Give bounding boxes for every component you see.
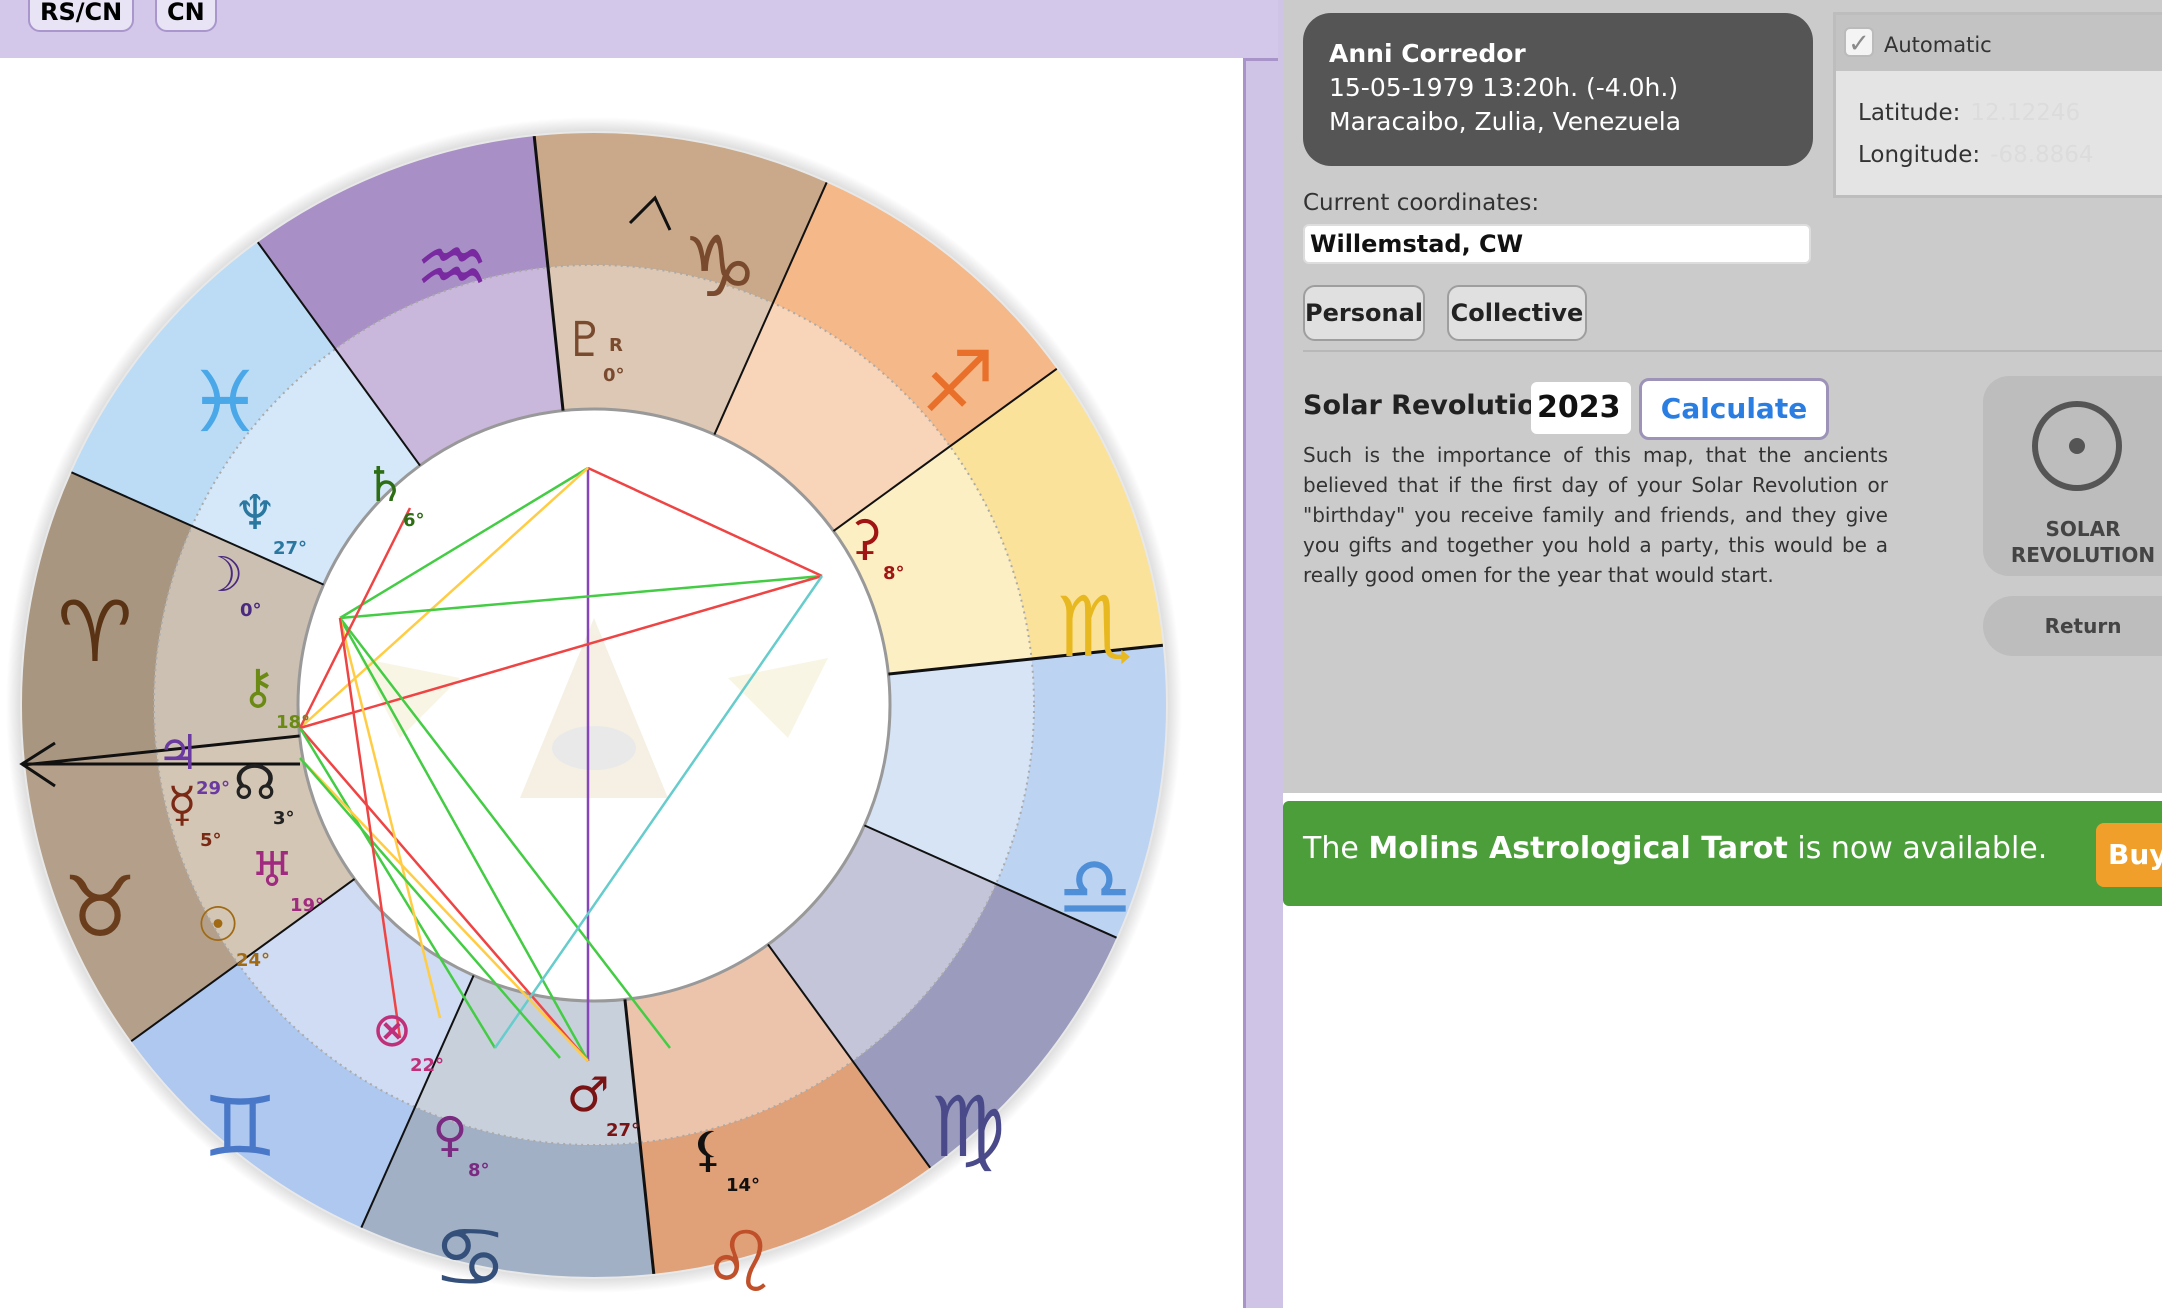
planet-degree-label: 29° <box>196 778 230 799</box>
planet-degree-label: 18° <box>276 712 310 733</box>
solar-revolution-tile-label: SOLAR REVOLUTION <box>1983 516 2162 568</box>
top-toolbar: RS/CN CN <box>0 0 1278 61</box>
zodiac-sign-icon: ♍ <box>930 1078 1005 1176</box>
planet-degree-label: 14° <box>726 1175 760 1196</box>
section-divider <box>1303 350 2162 352</box>
planet-degree-label: 8° <box>468 1160 490 1181</box>
planet-degree-label: 24° <box>236 950 270 971</box>
buy-button[interactable]: Buy <box>2096 823 2162 887</box>
tarot-banner: The Molins Astrological Tarot is now ava… <box>1283 801 2162 906</box>
planet-icon[interactable]: ☉ <box>196 897 239 953</box>
tile-line-2: REVOLUTION <box>2010 543 2156 567</box>
banner-text: The Molins Astrological Tarot is now ava… <box>1303 831 2047 866</box>
profile-card: Anni Corredor 15-05-1979 13:20h. (-4.0h.… <box>1303 13 1813 166</box>
natal-chart-wheel[interactable]: ♑♐♏♎♍♌♋♊♉♈♓♒ ♇0°R♄6°♆27°☽0°⚷18°♃29° ☊3°☿5… <box>0 58 1243 1308</box>
planet-icon[interactable]: ⚸ <box>690 1122 725 1178</box>
zodiac-sign-icon: ♈ <box>57 583 132 681</box>
planet-icon[interactable]: ♅ <box>250 842 293 898</box>
right-panel: Anni Corredor 15-05-1979 13:20h. (-4.0h.… <box>1283 0 2162 1308</box>
solar-revolution-description: Such is the importance of this map, that… <box>1303 443 1888 587</box>
automatic-label: Automatic <box>1884 33 1992 57</box>
year-input[interactable]: 2023 <box>1531 382 1631 434</box>
automatic-row: ✓ Automatic <box>1836 15 2162 71</box>
planet-icon[interactable]: ♀ <box>432 1107 467 1163</box>
current-coordinates-input[interactable]: Willemstad, CW <box>1303 224 1811 264</box>
latitude-label: Latitude: <box>1858 100 1961 126</box>
planet-degree-label: 27° <box>273 538 307 559</box>
planet-icon[interactable]: ♄ <box>363 457 406 513</box>
zodiac-sign-icon: ♒ <box>414 218 489 316</box>
retrograde-label: R <box>609 335 623 356</box>
planet-degree-label: 19° <box>290 895 324 916</box>
planet-degree-label: 6° <box>403 510 425 531</box>
banner-bold: Molins Astrological Tarot <box>1368 831 1788 866</box>
planet-degree-label: 3° <box>273 808 295 829</box>
latitude-value[interactable]: 12.12246 <box>1970 100 2080 126</box>
planet-degree-label: 5° <box>200 830 222 851</box>
return-button[interactable]: Return <box>1983 596 2162 656</box>
planet-icon[interactable]: ♂ <box>566 1067 609 1123</box>
solar-revolution-tile[interactable]: SOLAR REVOLUTION <box>1983 376 2162 576</box>
zodiac-sign-icon: ♓ <box>187 353 262 451</box>
zodiac-sign-icon: ♉ <box>62 858 137 956</box>
longitude-row: Longitude: -68.8864 <box>1858 142 2094 168</box>
zodiac-sign-icon: ♋ <box>432 1208 507 1306</box>
zodiac-sign-icon: ♐ <box>920 333 995 431</box>
zodiac-sign-icon: ♏ <box>1057 578 1132 676</box>
tile-line-1: SOLAR <box>2045 517 2121 541</box>
planet-icon[interactable]: ♃ <box>156 725 199 781</box>
collective-button[interactable]: Collective <box>1447 285 1587 341</box>
automatic-checkbox[interactable]: ✓ <box>1844 27 1874 59</box>
zodiac-sign-icon: ♎ <box>1057 838 1132 936</box>
profile-name: Anni Corredor <box>1329 39 1526 68</box>
longitude-label: Longitude: <box>1858 142 1981 168</box>
banner-post: is now available. <box>1787 831 2048 866</box>
personal-button[interactable]: Personal <box>1303 285 1425 341</box>
zodiac-sign-icon: ♌ <box>702 1213 777 1308</box>
planet-icon[interactable]: ☿ <box>167 777 196 833</box>
calculate-button[interactable]: Calculate <box>1639 378 1829 440</box>
planet-degree-label: 8° <box>883 563 905 584</box>
cn-button[interactable]: CN <box>155 0 217 32</box>
zodiac-sign-icon: ♊ <box>202 1078 277 1176</box>
planet-degree-label: 0° <box>240 600 262 621</box>
planet-degree-label: 27° <box>606 1120 640 1141</box>
planet-icon[interactable]: ⚷ <box>240 659 275 715</box>
zodiac-sign-icon: ♑ <box>682 218 757 316</box>
longitude-value[interactable]: -68.8864 <box>1990 142 2093 168</box>
controls-area: Anni Corredor 15-05-1979 13:20h. (-4.0h.… <box>1283 0 2162 793</box>
rs-cn-button[interactable]: RS/CN <box>28 0 135 32</box>
coordinates-box: ✓ Automatic Latitude: 12.12246 Longitude:… <box>1833 12 2162 198</box>
astrology-chart-panel: ♑ ♐ ♏ ♎ ♍ ♌ ♋ ♊ ♉ ♈ ♓ ♒ ♇ 0° R ♄ 6° ♆ 27° ☽ 0° ⚷ 18° ♃ 29° ☊ 3° ☿ 5… <box>0 58 1246 1308</box>
planet-icon[interactable]: ⊗ <box>372 1002 412 1058</box>
planet-icon[interactable]: ☽ <box>200 547 243 603</box>
planet-degree-label: 22° <box>410 1055 444 1076</box>
banner-pre: The <box>1303 831 1369 866</box>
planet-icon[interactable]: ♆ <box>233 485 276 541</box>
planet-degree-label: 0° <box>603 365 625 386</box>
planet-icon[interactable]: ♇ <box>563 312 606 368</box>
latitude-row: Latitude: 12.12246 <box>1858 100 2080 126</box>
profile-datetime: 15-05-1979 13:20h. (-4.0h.) <box>1329 73 1679 102</box>
planet-icon[interactable]: ⚳ <box>847 510 882 566</box>
planet-icon[interactable]: ☊ <box>234 755 277 811</box>
sun-circle-icon <box>2032 401 2122 491</box>
current-coordinates-label: Current coordinates: <box>1303 190 1540 216</box>
solar-revolution-label: Solar Revolution <box>1303 390 1555 421</box>
profile-place: Maracaibo, Zulia, Venezuela <box>1329 107 1682 136</box>
